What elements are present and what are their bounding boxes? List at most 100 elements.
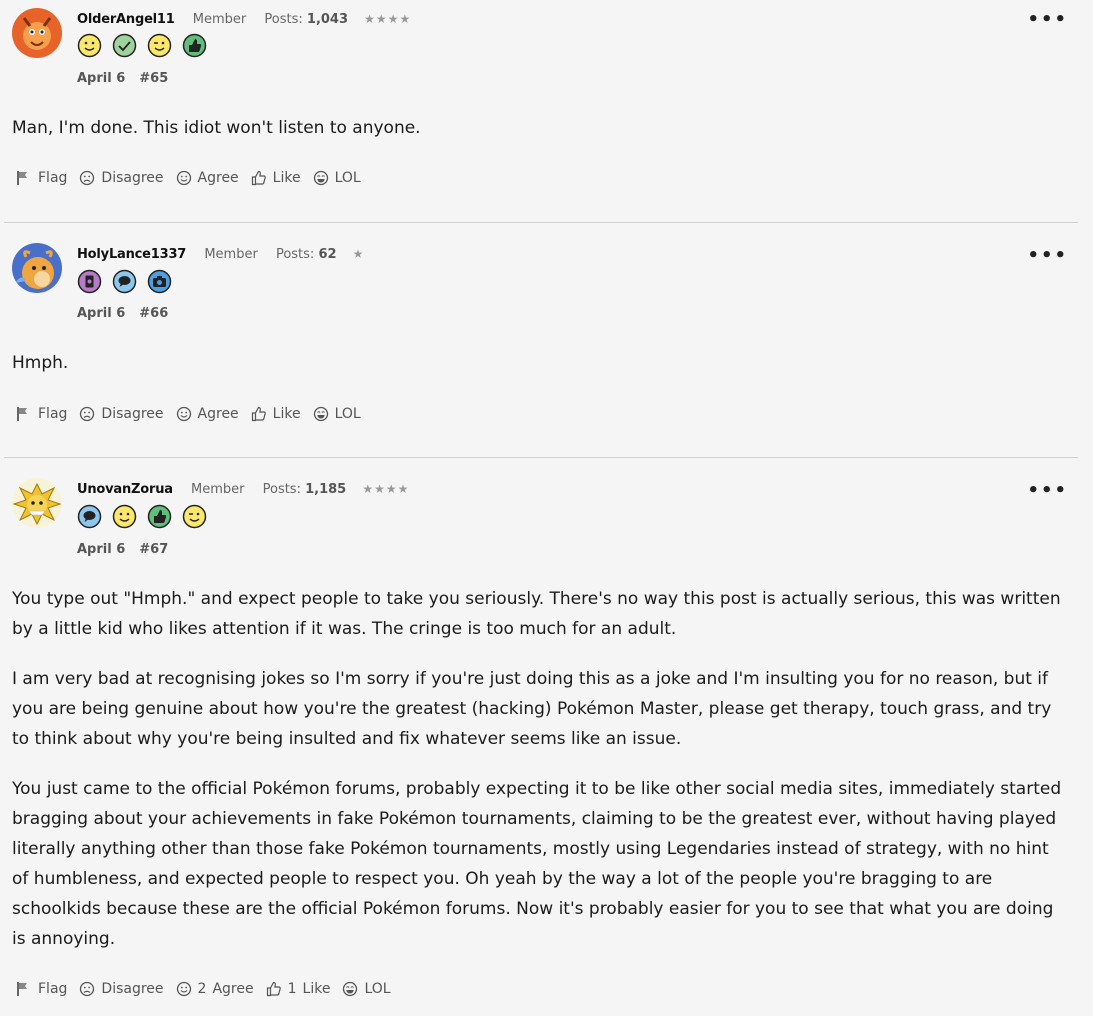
flag-icon: [17, 982, 27, 996]
laugh-icon: [313, 170, 328, 186]
speech-badge-icon[interactable]: [77, 504, 102, 529]
agree-button[interactable]: Agree: [176, 170, 239, 186]
agree-count: 2: [197, 981, 207, 997]
speech-badge-icon[interactable]: [112, 269, 137, 294]
username-link[interactable]: UnovanZorua: [77, 482, 173, 497]
rank-stars: ★★★★: [364, 12, 412, 26]
flag-icon: [17, 407, 27, 421]
smile-icon: [176, 406, 191, 422]
flag-button[interactable]: Flag: [16, 170, 67, 186]
lol-label: LOL: [334, 170, 361, 186]
more-options-button[interactable]: •••: [1027, 9, 1068, 30]
flag-label: Flag: [38, 170, 68, 186]
post-date-row: April 6 #65: [77, 71, 168, 86]
smile-icon: [176, 981, 191, 997]
post-count-value: 62: [318, 247, 337, 262]
post-paragraph: You type out "Hmph." and expect people t…: [12, 589, 1061, 639]
avatar[interactable]: [12, 478, 62, 528]
like-label: Like: [272, 406, 301, 422]
camera-badge-icon[interactable]: [147, 269, 172, 294]
post-paragraph: Man, I'm done. This idiot won't listen t…: [12, 118, 421, 138]
post-number[interactable]: #65: [139, 71, 168, 86]
lol-button[interactable]: LOL: [313, 406, 361, 422]
post-body: You type out "Hmph." and expect people t…: [12, 584, 1068, 974]
reaction-bar: Flag Disagree Agree Like LOL: [16, 406, 373, 422]
post-paragraph: I am very bad at recognising jokes so I'…: [12, 669, 1052, 749]
disagree-label: Disagree: [101, 406, 164, 422]
wink-badge-icon[interactable]: [182, 504, 207, 529]
post-date[interactable]: April 6: [77, 542, 125, 557]
smile-badge-icon[interactable]: [77, 33, 102, 58]
disagree-button[interactable]: Disagree: [79, 170, 164, 186]
badge-list: [77, 504, 207, 529]
lol-label: LOL: [364, 981, 391, 997]
disagree-label: Disagree: [101, 170, 164, 186]
flag-icon: [17, 171, 27, 185]
smile-icon: [176, 170, 191, 186]
post-body: Man, I'm done. This idiot won't listen t…: [12, 113, 1078, 163]
avatar-dragonite-icon: [12, 243, 62, 293]
lol-label: LOL: [334, 406, 361, 422]
thumbs-up-badge-icon[interactable]: [147, 504, 172, 529]
thumbs-up-badge-icon[interactable]: [182, 33, 207, 58]
post-count-label: Posts:: [275, 247, 315, 262]
post-number[interactable]: #67: [139, 542, 168, 557]
disagree-label: Disagree: [101, 981, 164, 997]
badge-list: [77, 33, 207, 58]
post-65: OlderAngel11 Member Posts: 1,043 ★★★★ Ap…: [4, 0, 1078, 222]
agree-label: Agree: [197, 170, 239, 186]
author-meta: UnovanZorua Member Posts: 1,185 ★★★★: [77, 482, 409, 497]
agree-button[interactable]: 2 Agree: [176, 981, 254, 997]
post-date[interactable]: April 6: [77, 71, 125, 86]
flag-label: Flag: [38, 406, 68, 422]
wink-badge-icon[interactable]: [147, 33, 172, 58]
more-options-button[interactable]: •••: [1027, 245, 1068, 266]
username-link[interactable]: OlderAngel11: [77, 12, 175, 27]
laugh-icon: [313, 406, 328, 422]
lol-button[interactable]: LOL: [313, 170, 361, 186]
reaction-bar: Flag Disagree 2 Agree 1 Like LOL: [16, 981, 403, 997]
laugh-icon: [343, 981, 358, 997]
post-body: Hmph.: [12, 348, 1078, 398]
agree-button[interactable]: Agree: [176, 406, 239, 422]
post-date-row: April 6 #66: [77, 306, 168, 321]
author-meta: OlderAngel11 Member Posts: 1,043 ★★★★: [77, 12, 411, 27]
post-paragraph: Hmph.: [12, 353, 69, 373]
like-label: Like: [302, 981, 331, 997]
frown-icon: [80, 170, 95, 186]
post-number[interactable]: #66: [139, 306, 168, 321]
post-paragraph: You just came to the official Pokémon fo…: [12, 779, 1062, 949]
reaction-bar: Flag Disagree Agree Like LOL: [16, 170, 373, 186]
rank-stars: ★: [352, 247, 365, 261]
post-date-row: April 6 #67: [77, 542, 168, 557]
frown-icon: [80, 981, 95, 997]
like-button[interactable]: Like: [251, 170, 301, 186]
disagree-button[interactable]: Disagree: [79, 406, 164, 422]
avatar[interactable]: [12, 243, 62, 293]
thumbs-up-icon: [251, 170, 266, 186]
post-date[interactable]: April 6: [77, 306, 125, 321]
post-count-label: Posts:: [264, 12, 303, 27]
smile-badge-icon[interactable]: [112, 504, 137, 529]
lol-button[interactable]: LOL: [342, 981, 391, 997]
avatar[interactable]: [12, 8, 62, 58]
rank-stars: ★★★★: [362, 482, 410, 496]
agree-label: Agree: [212, 981, 254, 997]
post-66: HolyLance1337 Member Posts: 62 ★ April 6…: [4, 223, 1078, 457]
post-count-value: 1,185: [305, 482, 347, 497]
card-badge-icon[interactable]: [77, 269, 102, 294]
flag-button[interactable]: Flag: [16, 406, 67, 422]
more-options-button[interactable]: •••: [1027, 480, 1068, 501]
user-role: Member: [192, 12, 247, 27]
disagree-button[interactable]: Disagree: [79, 981, 164, 997]
agree-label: Agree: [197, 406, 239, 422]
flag-button[interactable]: Flag: [16, 981, 67, 997]
post-count-label: Posts:: [262, 482, 301, 497]
like-button[interactable]: 1 Like: [266, 981, 331, 997]
badge-list: [77, 269, 172, 294]
username-link[interactable]: HolyLance1337: [77, 247, 186, 262]
avatar-jolteon-icon: [12, 478, 62, 528]
frown-icon: [80, 406, 95, 422]
like-button[interactable]: Like: [251, 406, 301, 422]
check-badge-icon[interactable]: [112, 33, 137, 58]
